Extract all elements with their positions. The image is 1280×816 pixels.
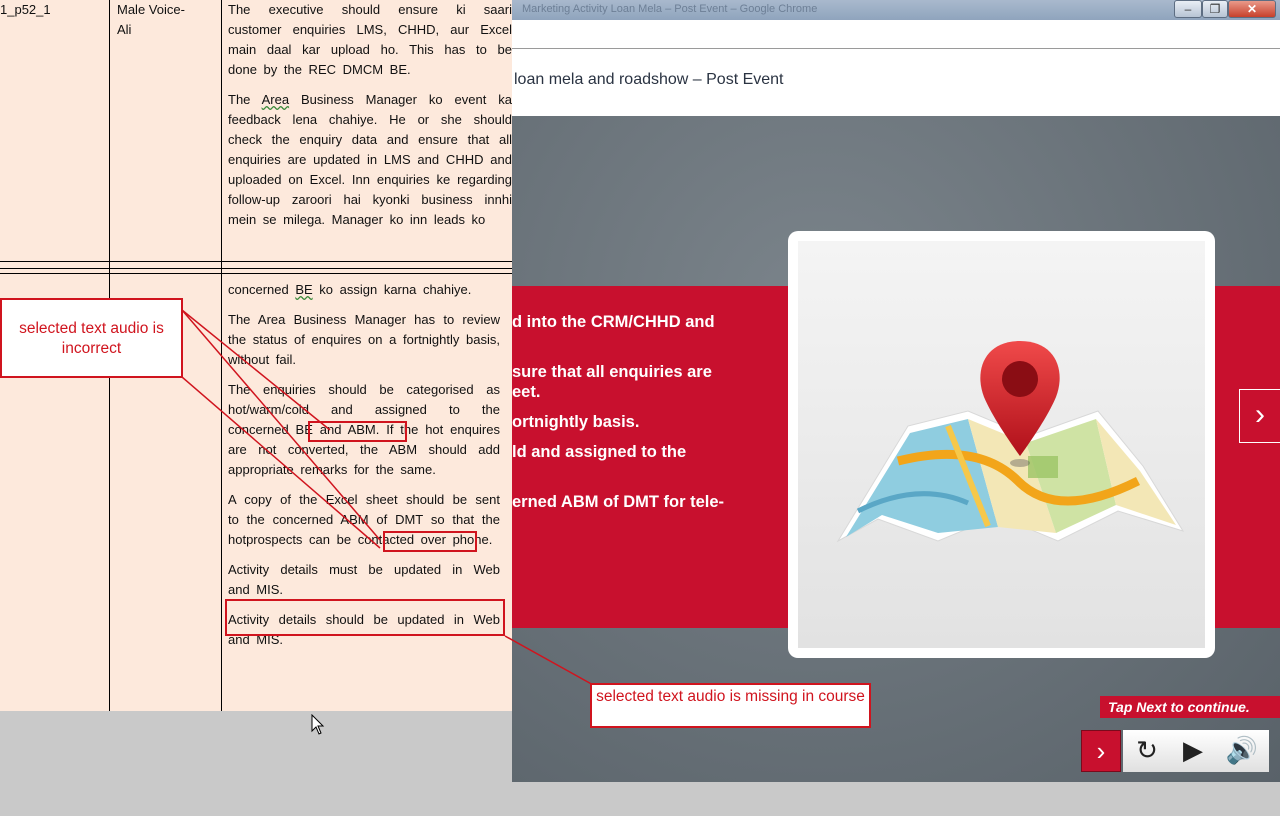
callout-missing: selected text audio is missing in course: [590, 683, 871, 728]
mouse-cursor-icon: [311, 714, 325, 735]
callout-incorrect: selected text audio is incorrect: [0, 298, 183, 378]
